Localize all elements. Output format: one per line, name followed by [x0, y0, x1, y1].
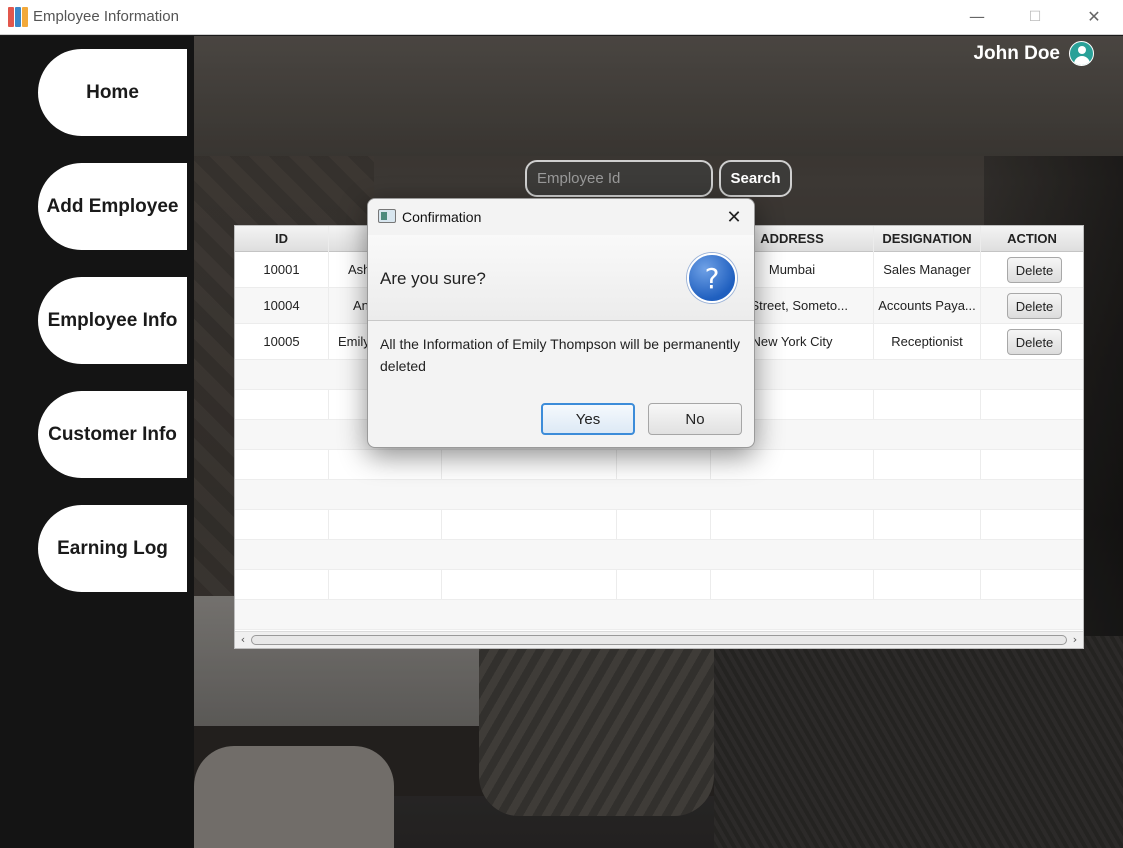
dialog-title: Confirmation: [402, 209, 482, 225]
cell-designation: Receptionist: [874, 324, 981, 360]
nav-earning-log-button[interactable]: Earning Log: [38, 505, 187, 592]
empty-row: [235, 450, 1083, 480]
nav-customer-info-button[interactable]: Customer Info: [38, 391, 187, 478]
app-books-icon: [8, 7, 28, 27]
cell-id: 10005: [235, 324, 329, 360]
empty-row: [235, 570, 1083, 600]
scroll-right-icon[interactable]: ›: [1068, 633, 1082, 647]
yes-button[interactable]: Yes: [541, 403, 635, 435]
scrollbar-thumb[interactable]: [251, 635, 1067, 645]
column-header-designation[interactable]: DESIGNATION: [874, 226, 981, 252]
scroll-left-icon[interactable]: ‹: [236, 633, 250, 647]
dialog-close-icon[interactable]: ✕: [720, 205, 748, 229]
dialog-header: Are you sure? ?: [368, 235, 754, 321]
column-header-action[interactable]: ACTION: [981, 226, 1083, 252]
column-header-id[interactable]: ID: [235, 226, 329, 252]
maximize-button[interactable]: ☐: [1006, 0, 1064, 33]
cell-designation: Accounts Paya...: [874, 288, 981, 324]
search-button[interactable]: Search: [719, 160, 792, 197]
nav-home-button[interactable]: Home: [38, 49, 187, 136]
horizontal-scrollbar[interactable]: ‹ ›: [235, 631, 1083, 648]
cell-id: 10004: [235, 288, 329, 324]
sidebar: Home Add Employee Employee Info Customer…: [0, 36, 194, 848]
minimize-button[interactable]: —: [948, 0, 1006, 33]
no-button[interactable]: No: [648, 403, 742, 435]
question-icon: ?: [687, 253, 737, 303]
dialog-message: All the Information of Emily Thompson wi…: [380, 336, 741, 374]
close-button[interactable]: ✕: [1065, 0, 1123, 33]
nav-add-employee-button[interactable]: Add Employee: [38, 163, 187, 250]
dialog-window-icon: [378, 209, 396, 223]
nav-employee-info-button[interactable]: Employee Info: [38, 277, 187, 364]
dialog-question: Are you sure?: [380, 269, 486, 288]
window-title: Employee Information: [33, 8, 179, 25]
empty-row: [235, 540, 1083, 570]
cell-id: 10001: [235, 252, 329, 288]
empty-row: [235, 600, 1083, 630]
title-bar: Employee Information — ☐ ✕: [0, 0, 1123, 35]
cell-designation: Sales Manager: [874, 252, 981, 288]
user-avatar-icon[interactable]: [1069, 41, 1094, 66]
user-name: John Doe: [973, 43, 1060, 64]
delete-button[interactable]: Delete: [1007, 293, 1062, 319]
empty-row: [235, 510, 1083, 540]
dialog-title-bar: Confirmation ✕: [368, 199, 754, 235]
empty-row: [235, 480, 1083, 510]
delete-button[interactable]: Delete: [1007, 329, 1062, 355]
delete-button[interactable]: Delete: [1007, 257, 1062, 283]
confirmation-dialog: Confirmation ✕ Are you sure? ? All the I…: [367, 198, 755, 448]
employee-id-search-input[interactable]: [525, 160, 713, 197]
